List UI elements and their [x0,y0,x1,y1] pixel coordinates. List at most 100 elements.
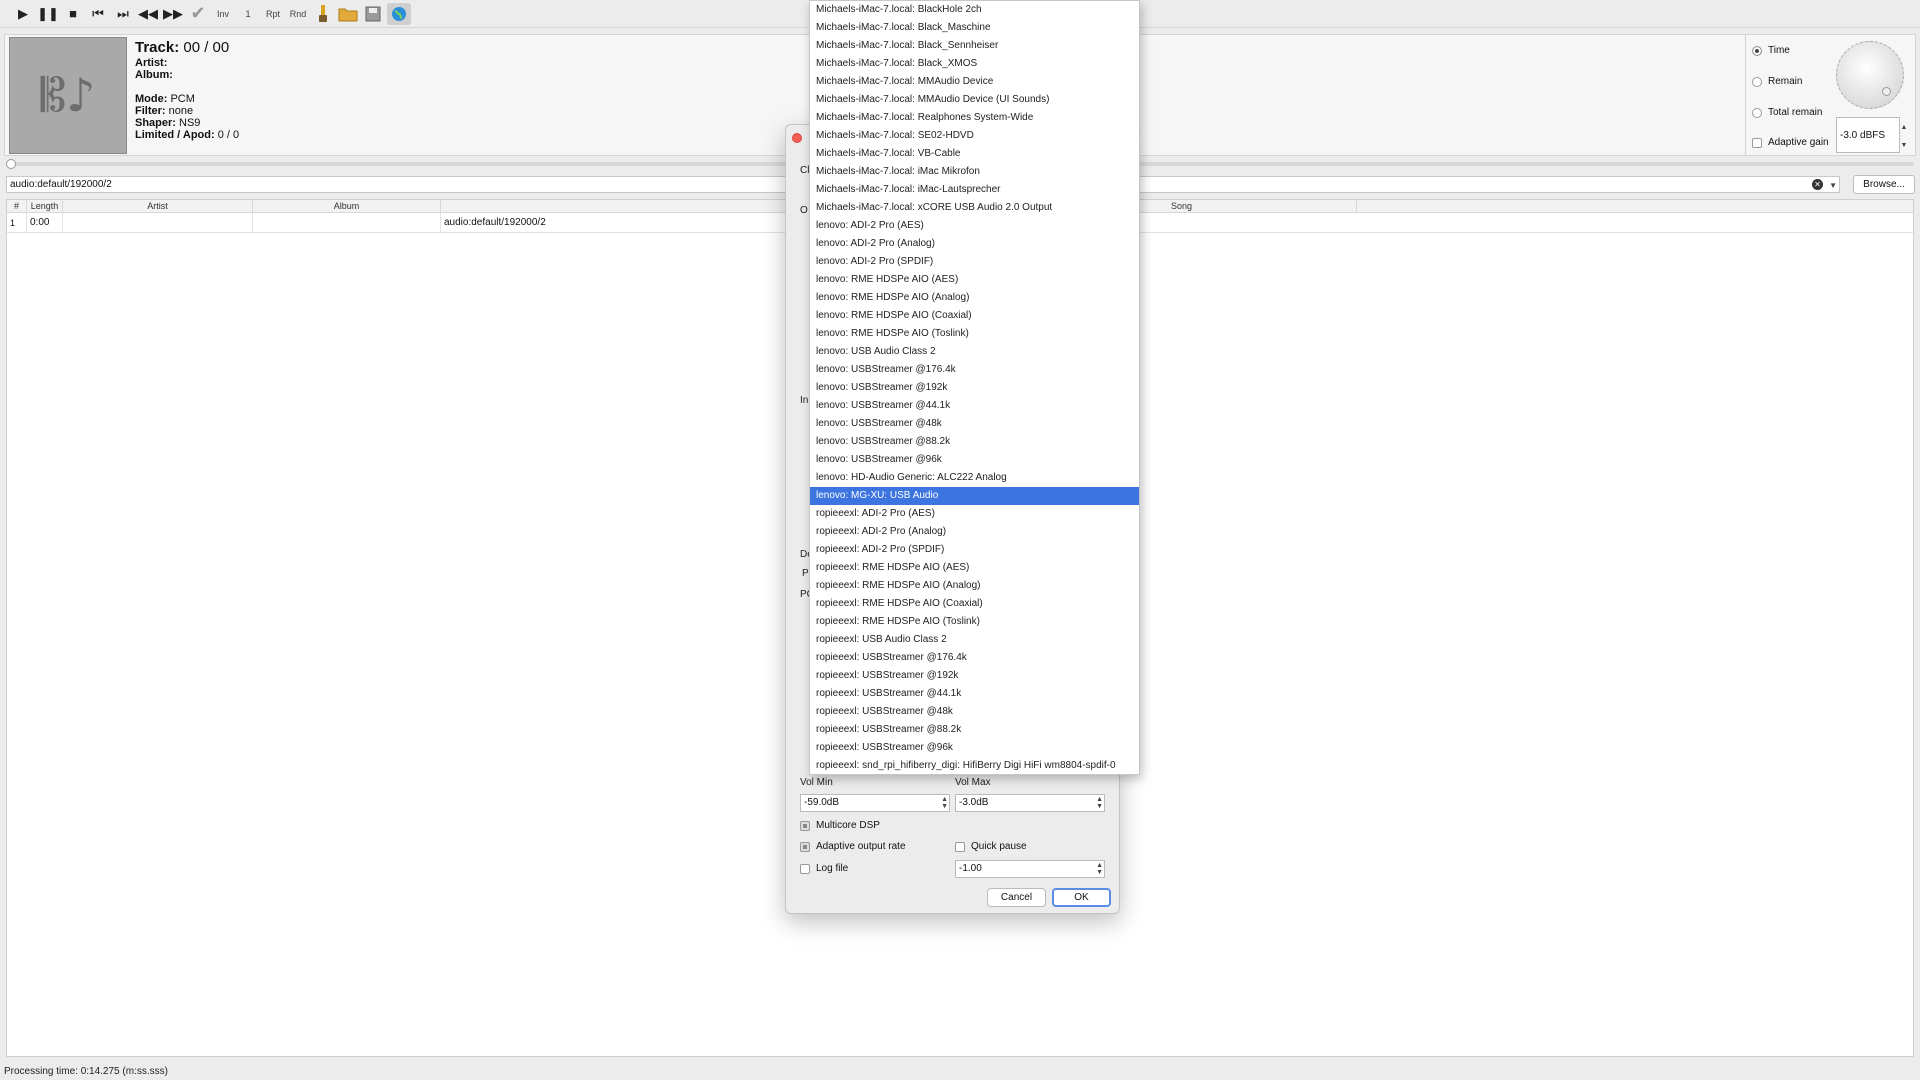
quick-pause-checkbox[interactable] [955,841,965,852]
previous-track-icon[interactable]: ⏮ [87,3,109,25]
dropdown-item[interactable]: lenovo: USBStreamer @48k [810,415,1139,433]
dropdown-item[interactable]: ropieeexl: RME HDSPe AIO (AES) [810,559,1139,577]
row-path: audio:default/192000/2 [444,217,546,228]
header-length[interactable]: Length [27,200,63,213]
dropdown-item[interactable]: ropieeexl: RME HDSPe AIO (Toslink) [810,613,1139,631]
dropdown-item[interactable]: lenovo: ADI-2 Pro (AES) [810,217,1139,235]
dropdown-item[interactable]: Michaels-iMac-7.local: xCORE USB Audio 2… [810,199,1139,217]
seek-handle[interactable] [6,159,16,169]
dropdown-item[interactable]: lenovo: RME HDSPe AIO (Coaxial) [810,307,1139,325]
dropdown-item[interactable]: ropieeexl: ADI-2 Pro (AES) [810,505,1139,523]
header-artist[interactable]: Artist [63,200,253,213]
shaper-value: NS9 [179,117,201,129]
dropdown-item[interactable]: ropieeexl: USBStreamer @176.4k [810,649,1139,667]
time-option[interactable]: Time [1752,45,1790,56]
repeat-one-button[interactable]: 1 [237,9,259,19]
pause-icon[interactable]: ❚❚ [37,3,59,25]
dropdown-item[interactable]: ropieeexl: USBStreamer @44.1k [810,685,1139,703]
output-device-dropdown[interactable]: Michaels-iMac-7.local: BlackHole 2ch Mich… [809,0,1140,775]
gain-field[interactable]: -3.0 dBFS ▲ ▼ [1836,117,1907,153]
next-track-icon[interactable]: ⏭ [112,3,134,25]
ok-button[interactable]: OK [1052,888,1111,907]
dropdown-item[interactable]: Michaels-iMac-7.local: iMac-Lautsprecher [810,181,1139,199]
globe-icon[interactable] [387,2,411,25]
dropdown-item[interactable]: ropieeexl: USBStreamer @88.2k [810,721,1139,739]
dropdown-item[interactable]: lenovo: ADI-2 Pro (SPDIF) [810,253,1139,271]
brush-icon[interactable] [312,3,334,25]
dropdown-item[interactable]: lenovo: HD-Audio Generic: ALC222 Analog [810,469,1139,487]
remain-radio[interactable] [1752,76,1762,87]
dropdown-item[interactable]: lenovo: USB Audio Class 2 [810,343,1139,361]
fast-forward-icon[interactable]: ▶▶ [162,3,184,25]
dropdown-item[interactable]: ropieeexl: ADI-2 Pro (Analog) [810,523,1139,541]
dropdown-item[interactable]: Michaels-iMac-7.local: iMac Mikrofon [810,163,1139,181]
chevron-down-icon[interactable]: ▼ [1829,178,1837,193]
open-folder-icon[interactable] [337,3,359,25]
random-button[interactable]: Rnd [287,9,309,19]
play-icon[interactable]: ▶ [12,3,34,25]
remain-option[interactable]: Remain [1752,76,1802,87]
quick-pause-option[interactable]: Quick pause [955,841,1027,852]
dropdown-item[interactable]: lenovo: MG-XU: USB Audio [810,487,1139,505]
dropdown-item[interactable]: Michaels-iMac-7.local: MMAudio Device (U… [810,91,1139,109]
header-num[interactable]: # [7,200,27,213]
time-gain-panel: Time Remain Total remain Adaptive gain -… [1746,34,1916,156]
multicore-checkbox[interactable] [800,820,810,831]
gain-stepper[interactable]: ▲ ▼ [1899,118,1909,154]
adaptive-gain-checkbox[interactable] [1752,137,1762,148]
log-file-checkbox[interactable] [800,863,810,874]
rewind-icon[interactable]: ◀◀ [137,3,159,25]
time-radio[interactable] [1752,45,1762,56]
vol-min-stepper[interactable]: ▲ ▼ [941,796,948,810]
multicore-option[interactable]: Multicore DSP [800,820,880,831]
dropdown-item[interactable]: ropieeexl: USBStreamer @96k [810,739,1139,757]
dropdown-item[interactable]: lenovo: RME HDSPe AIO (AES) [810,271,1139,289]
dropdown-item[interactable]: lenovo: USBStreamer @88.2k [810,433,1139,451]
dropdown-item[interactable]: lenovo: RME HDSPe AIO (Analog) [810,289,1139,307]
dropdown-item[interactable]: lenovo: USBStreamer @96k [810,451,1139,469]
dropdown-item[interactable]: Michaels-iMac-7.local: Realphones System… [810,109,1139,127]
header-album[interactable]: Album [253,200,441,213]
dropdown-item[interactable]: lenovo: RME HDSPe AIO (Toslink) [810,325,1139,343]
dropdown-item[interactable]: lenovo: ADI-2 Pro (Analog) [810,235,1139,253]
dropdown-item[interactable]: Michaels-iMac-7.local: Black_Maschine [810,19,1139,37]
dropdown-item[interactable]: ropieeexl: USB Audio Class 2 [810,631,1139,649]
dropdown-item[interactable]: Michaels-iMac-7.local: VB-Cable [810,145,1139,163]
cancel-button[interactable]: Cancel [987,888,1046,907]
vol-max-stepper[interactable]: ▲ ▼ [1096,796,1103,810]
dropdown-item[interactable]: Michaels-iMac-7.local: SE02-HDVD [810,127,1139,145]
dropdown-item[interactable]: Michaels-iMac-7.local: BlackHole 2ch [810,1,1139,19]
dropdown-item[interactable]: ropieeexl: RME HDSPe AIO (Coaxial) [810,595,1139,613]
checkmark-icon[interactable]: ✔ [187,3,209,25]
total-remain-radio[interactable] [1752,107,1762,118]
dropdown-item[interactable]: ropieeexl: ADI-2 Pro (SPDIF) [810,541,1139,559]
total-remain-option[interactable]: Total remain [1752,107,1822,118]
clear-icon[interactable]: ✕ [1812,179,1823,190]
dropdown-item[interactable]: ropieeexl: RME HDSPe AIO (Analog) [810,577,1139,595]
dropdown-item[interactable]: lenovo: USBStreamer @44.1k [810,397,1139,415]
browse-button[interactable]: Browse... [1853,175,1915,194]
repeat-button[interactable]: Rpt [262,9,284,19]
dropdown-item[interactable]: Michaels-iMac-7.local: MMAudio Device [810,73,1139,91]
close-icon[interactable] [792,133,802,143]
dropdown-item[interactable]: ropieeexl: USBStreamer @48k [810,703,1139,721]
dropdown-item[interactable]: Michaels-iMac-7.local: Black_Sennheiser [810,37,1139,55]
dropdown-item[interactable]: ropieeexl: USBStreamer @192k [810,667,1139,685]
dropdown-item[interactable]: lenovo: USBStreamer @176.4k [810,361,1139,379]
stop-icon[interactable]: ■ [62,3,84,25]
dropdown-item[interactable]: ropieeexl: snd_rpi_hifiberry_digi: HifiB… [810,757,1139,774]
adaptive-gain-option[interactable]: Adaptive gain [1752,137,1829,148]
dropdown-item[interactable]: lenovo: USBStreamer @192k [810,379,1139,397]
adaptive-rate-checkbox[interactable] [800,841,810,852]
adaptive-rate-option[interactable]: Adaptive output rate [800,841,906,852]
volume-knob[interactable] [1836,41,1904,109]
log-level-stepper[interactable]: ▲ ▼ [1096,862,1103,876]
vol-min-field[interactable]: -59.0dB ▲ ▼ [800,794,950,812]
invert-button[interactable]: Inv [212,9,234,19]
dropdown-item[interactable]: Michaels-iMac-7.local: Black_XMOS [810,55,1139,73]
log-file-option[interactable]: Log file [800,863,848,874]
log-level-field[interactable]: -1.00 ▲ ▼ [955,860,1105,878]
vol-max-value: -3.0dB [959,797,989,808]
save-icon[interactable] [362,3,384,25]
vol-max-field[interactable]: -3.0dB ▲ ▼ [955,794,1105,812]
